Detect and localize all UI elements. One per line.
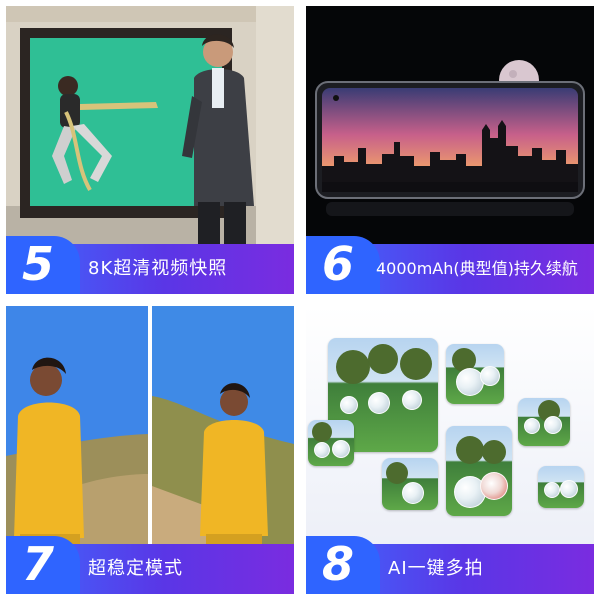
feature-label: 8K超清视频快照: [88, 258, 228, 279]
number-badge: 5: [6, 236, 80, 294]
feature-card-battery: 6 4000mAh(典型值)持久续航: [306, 6, 594, 294]
feature-card-8k-video: 5 8K超清视频快照: [6, 6, 294, 294]
feature-number: 5: [21, 237, 54, 291]
collage-thumbnail: [446, 344, 504, 404]
number-badge: 8: [306, 536, 380, 594]
number-badge: 7: [6, 536, 80, 594]
feature-card-ai-multi-shot: 8 AI一键多拍: [306, 306, 594, 594]
collage-thumbnail: [308, 420, 354, 466]
collage-thumbnail: [538, 466, 584, 508]
feature-label: 超稳定模式: [88, 558, 183, 579]
number-badge: 6: [306, 236, 380, 294]
collage-thumbnail: [446, 426, 512, 516]
feature-number: 7: [21, 537, 54, 591]
feature-label: AI一键多拍: [388, 558, 484, 579]
feature-number: 8: [321, 537, 354, 591]
feature-label: 4000mAh(典型值)持久续航: [376, 259, 578, 278]
feature-card-super-steady: 7 超稳定模式: [6, 306, 294, 594]
collage-thumbnail: [518, 398, 570, 446]
feature-number: 6: [321, 237, 354, 291]
collage-thumbnail: [382, 458, 438, 510]
